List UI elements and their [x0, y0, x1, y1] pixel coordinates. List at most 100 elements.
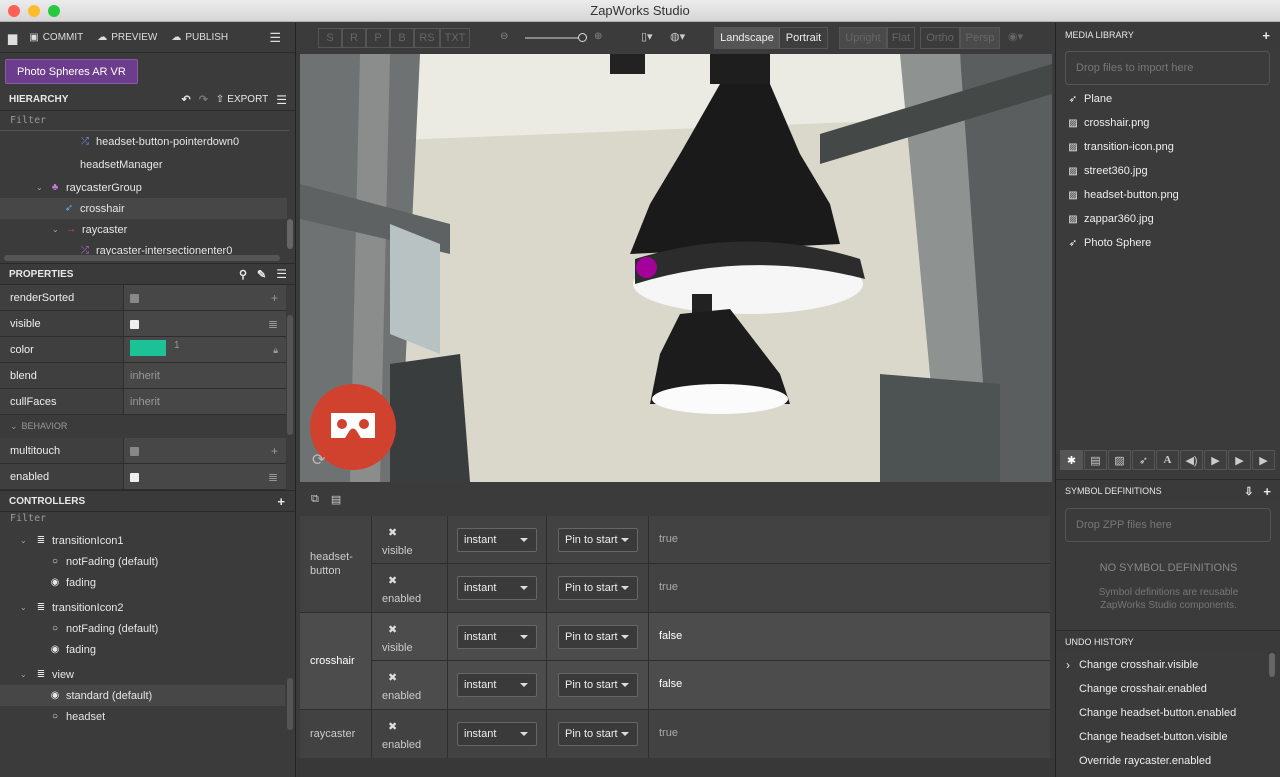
shading-r-button[interactable]: R: [342, 28, 366, 48]
undo-item[interactable]: Change crosshair.enabled: [1056, 677, 1280, 701]
pin-select[interactable]: Pin to start: [558, 576, 638, 600]
media-drop-zone[interactable]: Drop files to import here: [1065, 51, 1270, 85]
chevron-down-icon[interactable]: ⌄: [20, 536, 34, 545]
preview-button[interactable]: ☁ PREVIEW: [97, 32, 157, 43]
state-item-selected[interactable]: ◉ standard (default): [0, 685, 285, 706]
add-controller-icon[interactable]: +: [277, 494, 285, 509]
menu-icon[interactable]: ☰: [269, 30, 281, 46]
device-icon[interactable]: ▯▾: [641, 30, 653, 43]
value-label[interactable]: false: [659, 678, 682, 690]
filter-video-icon[interactable]: ▶: [1204, 450, 1227, 470]
symbol-drop-zone[interactable]: Drop ZPP files here: [1065, 508, 1271, 542]
ease-select[interactable]: instant: [457, 528, 537, 552]
controllers-filter-input[interactable]: Filter: [0, 512, 295, 530]
ease-select[interactable]: instant: [457, 722, 537, 746]
list-icon[interactable]: ≣: [268, 311, 278, 337]
properties-scrollbar[interactable]: [287, 315, 293, 435]
media-item[interactable]: ▨ headset-button.png: [1056, 183, 1280, 207]
redo-icon[interactable]: ↷: [199, 93, 208, 106]
pin-select[interactable]: Pin to start: [558, 722, 638, 746]
remove-icon[interactable]: ✖: [388, 623, 397, 636]
media-item[interactable]: ➶ Plane: [1056, 87, 1280, 111]
eye-icon[interactable]: ◉▾: [1008, 30, 1023, 43]
publish-button[interactable]: ☁ PUBLISH: [171, 32, 228, 43]
zoom-slider[interactable]: [525, 37, 585, 39]
value-label[interactable]: true: [659, 581, 678, 593]
hierarchy-filter-input[interactable]: Filter: [0, 111, 289, 131]
shading-txt-button[interactable]: TXT: [440, 28, 470, 48]
plus-icon[interactable]: +: [271, 285, 278, 311]
refresh-icon[interactable]: ⟳: [312, 450, 325, 470]
filter-font-icon[interactable]: A: [1156, 450, 1179, 470]
controller-item[interactable]: ⌄ ≣ transitionIcon2: [0, 597, 295, 618]
state-item[interactable]: ○ headset: [0, 706, 295, 727]
commit-button[interactable]: ▣ COMMIT: [29, 32, 83, 43]
remove-icon[interactable]: ✖: [388, 526, 397, 539]
enabled-checkbox[interactable]: [130, 472, 139, 482]
chevron-down-icon[interactable]: ⌄: [20, 670, 34, 679]
state-item[interactable]: ○ notFading (default): [0, 618, 295, 639]
download-icon[interactable]: ⇩: [1244, 485, 1253, 498]
multitouch-checkbox[interactable]: [130, 446, 139, 456]
controllers-scrollbar[interactable]: [287, 678, 293, 730]
list-icon[interactable]: ≣: [268, 464, 278, 490]
remove-icon[interactable]: ✖: [388, 574, 397, 587]
flat-button[interactable]: Flat: [887, 27, 915, 49]
undo-item[interactable]: Change headset-button.enabled: [1056, 701, 1280, 725]
media-item[interactable]: ➶ Photo Sphere: [1056, 231, 1280, 255]
state-item[interactable]: ◉ fading: [0, 572, 295, 593]
media-item[interactable]: ▨ zappar360.jpg: [1056, 207, 1280, 231]
search-icon[interactable]: ⚲: [239, 268, 247, 281]
undo-icon[interactable]: ↶: [181, 93, 190, 106]
lock-icon[interactable]: 🔒︎: [273, 337, 278, 363]
chevron-down-icon[interactable]: ⌄: [20, 603, 34, 612]
ease-select[interactable]: instant: [457, 625, 537, 649]
copy-icon[interactable]: ⧉: [311, 493, 319, 506]
value-label[interactable]: true: [659, 533, 678, 545]
behavior-section-header[interactable]: ⌄ BEHAVIOR: [0, 415, 286, 438]
persp-button[interactable]: Persp: [960, 27, 1000, 49]
tree-item[interactable]: ⌄ ♣ raycasterGroup: [0, 177, 295, 198]
value-label[interactable]: false: [659, 630, 682, 642]
media-item[interactable]: ▨ street360.jpg: [1056, 159, 1280, 183]
chevron-down-icon[interactable]: ⌄: [36, 183, 48, 192]
pin-select[interactable]: Pin to start: [558, 528, 638, 552]
pin-select[interactable]: Pin to start: [558, 673, 638, 697]
tree-item[interactable]: ⌄ → raycaster: [0, 219, 295, 240]
folder-icon[interactable]: ▆: [8, 31, 17, 45]
add-media-icon[interactable]: +: [1262, 28, 1270, 43]
media-item[interactable]: ▨ crosshair.png: [1056, 111, 1280, 135]
state-item[interactable]: ○ notFading (default): [0, 551, 295, 572]
hierarchy-hscrollbar[interactable]: [4, 255, 280, 261]
export-button[interactable]: ⇧ EXPORT: [216, 94, 268, 105]
viewport-canvas[interactable]: ⟳: [300, 54, 1052, 482]
minimize-window-button[interactable]: [28, 5, 40, 17]
filter-rocket-icon[interactable]: ➶: [1132, 450, 1155, 470]
undo-item[interactable]: Change headset-button.visible: [1056, 725, 1280, 749]
shading-s-button[interactable]: S: [318, 28, 342, 48]
landscape-button[interactable]: Landscape: [715, 28, 779, 48]
shading-rs-button[interactable]: RS: [414, 28, 440, 48]
color-swatch[interactable]: [130, 340, 166, 357]
close-window-button[interactable]: [8, 5, 20, 17]
filter-video-icon[interactable]: ▶: [1252, 450, 1275, 470]
zoom-slider-handle[interactable]: [578, 33, 587, 42]
paste-icon[interactable]: ▤: [331, 493, 341, 506]
properties-menu-icon[interactable]: ☰: [276, 267, 287, 281]
filter-video-icon[interactable]: ▶: [1228, 450, 1251, 470]
undo-item[interactable]: Override raycaster.enabled: [1056, 749, 1280, 773]
undo-scrollbar[interactable]: [1269, 653, 1275, 677]
pin-select[interactable]: Pin to start: [558, 625, 638, 649]
filter-audio-icon[interactable]: ◀): [1180, 450, 1203, 470]
state-item[interactable]: ◉ fading: [0, 639, 295, 660]
rendersorted-checkbox[interactable]: [130, 293, 139, 303]
ease-select[interactable]: instant: [457, 673, 537, 697]
visible-checkbox[interactable]: [130, 319, 139, 329]
ease-select[interactable]: instant: [457, 576, 537, 600]
controller-item[interactable]: ⌄ ≣ transitionIcon1: [0, 530, 295, 551]
globe-icon[interactable]: ◍▾: [670, 30, 685, 43]
ortho-button[interactable]: Ortho: [920, 27, 960, 49]
filter-image-icon[interactable]: ▨: [1108, 450, 1131, 470]
pencil-icon[interactable]: ✎: [257, 268, 266, 281]
project-button[interactable]: Photo Spheres AR VR: [5, 59, 138, 84]
